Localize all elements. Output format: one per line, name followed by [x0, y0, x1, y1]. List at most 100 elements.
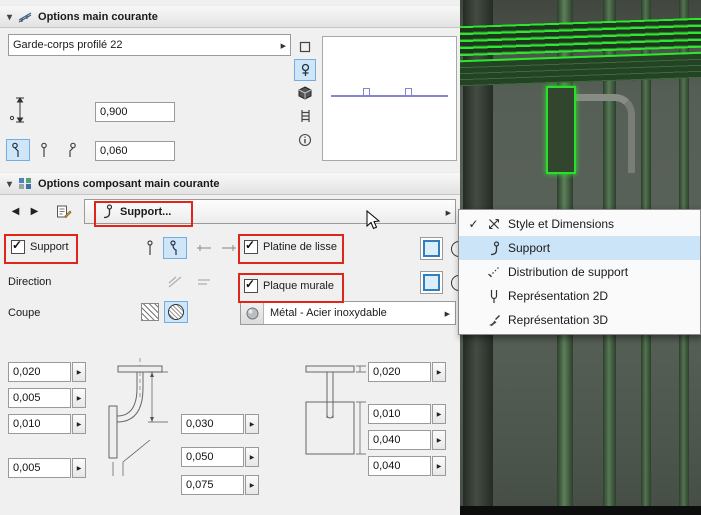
- menu-item-representation-2d[interactable]: Représentation 2D: [459, 284, 700, 308]
- dim-mid-3-input[interactable]: [181, 475, 244, 495]
- check-icon: [467, 217, 480, 231]
- representation-2d-icon: [485, 289, 503, 304]
- dim-right-4-input[interactable]: [368, 456, 431, 476]
- support-side-diagram: [90, 358, 182, 498]
- support-icon: [101, 204, 114, 219]
- material-sphere-icon: [241, 302, 264, 324]
- section-header-composant[interactable]: Options composant main courante: [0, 172, 460, 195]
- dim-left-1-flyout-button[interactable]: [72, 362, 86, 382]
- support-checkbox[interactable]: Support: [11, 238, 69, 254]
- uniform-settings-button[interactable]: [294, 36, 316, 58]
- menu-item-support[interactable]: Support: [459, 236, 700, 260]
- support-checkbox-label: Support: [30, 241, 69, 253]
- support-style-1-button[interactable]: [138, 237, 162, 259]
- material-select[interactable]: Métal - Acier inoxydable: [240, 301, 456, 325]
- dim-right-3-input[interactable]: [368, 430, 431, 450]
- direction-horizontal-button[interactable]: [192, 271, 216, 293]
- checkbox-checked-icon[interactable]: [244, 238, 258, 254]
- dim-mid-3-flyout-button[interactable]: [245, 475, 259, 495]
- plaque-square-shape-button[interactable]: [420, 271, 443, 294]
- selected-wall-plate[interactable]: [546, 86, 576, 174]
- dim-left-3-input[interactable]: [8, 414, 71, 434]
- support-style-2-button[interactable]: [163, 237, 187, 259]
- menu-item-distribution[interactable]: Distribution de support: [459, 260, 700, 284]
- previous-component-button[interactable]: [6, 201, 25, 222]
- direction-diagonal-button[interactable]: [163, 271, 187, 293]
- dim-left-4-input[interactable]: [8, 458, 71, 478]
- component-select[interactable]: Support...: [84, 199, 456, 224]
- support-style-3-button[interactable]: [192, 237, 216, 259]
- menu-item-label: Support: [508, 241, 551, 255]
- chevron-right-icon: [446, 206, 451, 218]
- distribution-icon: [485, 265, 503, 279]
- component-options-icon: [18, 177, 32, 190]
- 3d-cube-button[interactable]: [294, 82, 316, 104]
- dim-left-2-flyout-button[interactable]: [72, 388, 86, 408]
- height-dimension-icon: [8, 96, 32, 124]
- attach-right-button[interactable]: [58, 139, 82, 161]
- dim-mid-1-input[interactable]: [181, 414, 244, 434]
- plaque-checkbox[interactable]: Plaque murale: [244, 277, 334, 293]
- chevron-right-icon: [445, 307, 450, 319]
- menu-item-representation-3d[interactable]: Représentation 3D: [459, 308, 700, 332]
- dim-mid-1-flyout-button[interactable]: [245, 414, 259, 434]
- menu-item-label: Représentation 3D: [508, 313, 609, 327]
- dim-mid-2-input[interactable]: [181, 447, 244, 467]
- collapse-arrow-icon[interactable]: [7, 178, 12, 190]
- dim-left-4-flyout-button[interactable]: [72, 458, 86, 478]
- preview-support-mark: [363, 88, 370, 96]
- section-header-main-courante[interactable]: Options main courante: [0, 5, 460, 28]
- dim-left-3-flyout-button[interactable]: [72, 414, 86, 434]
- platine-square-shape-button[interactable]: [420, 237, 443, 260]
- chevron-right-icon: [281, 39, 286, 51]
- solid-fill-button[interactable]: [164, 301, 188, 323]
- next-component-button[interactable]: [25, 201, 44, 222]
- transfer-settings-button[interactable]: [52, 201, 76, 222]
- plan-symbol-button[interactable]: [294, 59, 316, 81]
- material-select-value: Métal - Acier inoxydable: [270, 307, 387, 319]
- profile-select[interactable]: Garde-corps profilé 22: [8, 34, 291, 56]
- selected-handrail[interactable]: [460, 17, 701, 57]
- section-title: Options composant main courante: [38, 177, 220, 190]
- square-shape-icon: [423, 240, 440, 257]
- section-title: Options main courante: [38, 10, 158, 23]
- info-button[interactable]: [294, 129, 316, 151]
- coupe-label: Coupe: [8, 307, 41, 319]
- rail-height-input[interactable]: [95, 102, 175, 122]
- rail-structure-button[interactable]: [294, 105, 316, 127]
- dim-right-2-flyout-button[interactable]: [432, 404, 446, 424]
- railing-settings-window: Options main courante Garde-corps profil…: [0, 0, 701, 515]
- plaque-checkbox-label: Plaque murale: [263, 280, 334, 292]
- dim-right-4-flyout-button[interactable]: [432, 456, 446, 476]
- rail-icon: [18, 11, 32, 23]
- dim-right-3-flyout-button[interactable]: [432, 430, 446, 450]
- rail-offset-input[interactable]: [95, 141, 175, 161]
- support-style-4-button[interactable]: [217, 237, 241, 259]
- collapse-arrow-icon[interactable]: [7, 11, 12, 23]
- menu-item-label: Distribution de support: [508, 265, 629, 279]
- checkbox-checked-icon[interactable]: [11, 238, 25, 254]
- menu-item-label: Style et Dimensions: [508, 217, 615, 231]
- platine-checkbox[interactable]: Platine de lisse: [244, 238, 337, 254]
- style-dimensions-icon: [485, 217, 503, 231]
- dim-right-1-flyout-button[interactable]: [432, 362, 446, 382]
- checkbox-checked-icon[interactable]: [244, 277, 258, 293]
- dim-left-2-input[interactable]: [8, 388, 71, 408]
- component-popup-menu: Style et Dimensions Support Distribution…: [458, 209, 701, 335]
- dim-right-2-input[interactable]: [368, 404, 431, 424]
- attach-center-button[interactable]: [32, 139, 56, 161]
- menu-item-label: Représentation 2D: [508, 289, 609, 303]
- handrail-profile[interactable]: [460, 51, 701, 87]
- attach-left-button[interactable]: [6, 139, 30, 161]
- platine-checkbox-label: Platine de lisse: [263, 241, 337, 253]
- dim-left-1-input[interactable]: [8, 362, 71, 382]
- dim-right-1-input[interactable]: [368, 362, 431, 382]
- diagonal-hatch-icon: [141, 303, 159, 321]
- menu-item-style-dimensions[interactable]: Style et Dimensions: [459, 212, 700, 236]
- rail-preview-panel: [322, 36, 457, 161]
- square-shape-icon: [423, 274, 440, 291]
- hatch-fill-button[interactable]: [138, 301, 162, 323]
- dim-mid-2-flyout-button[interactable]: [245, 447, 259, 467]
- support-front-diagram: [294, 360, 370, 485]
- support-arm[interactable]: [570, 94, 635, 173]
